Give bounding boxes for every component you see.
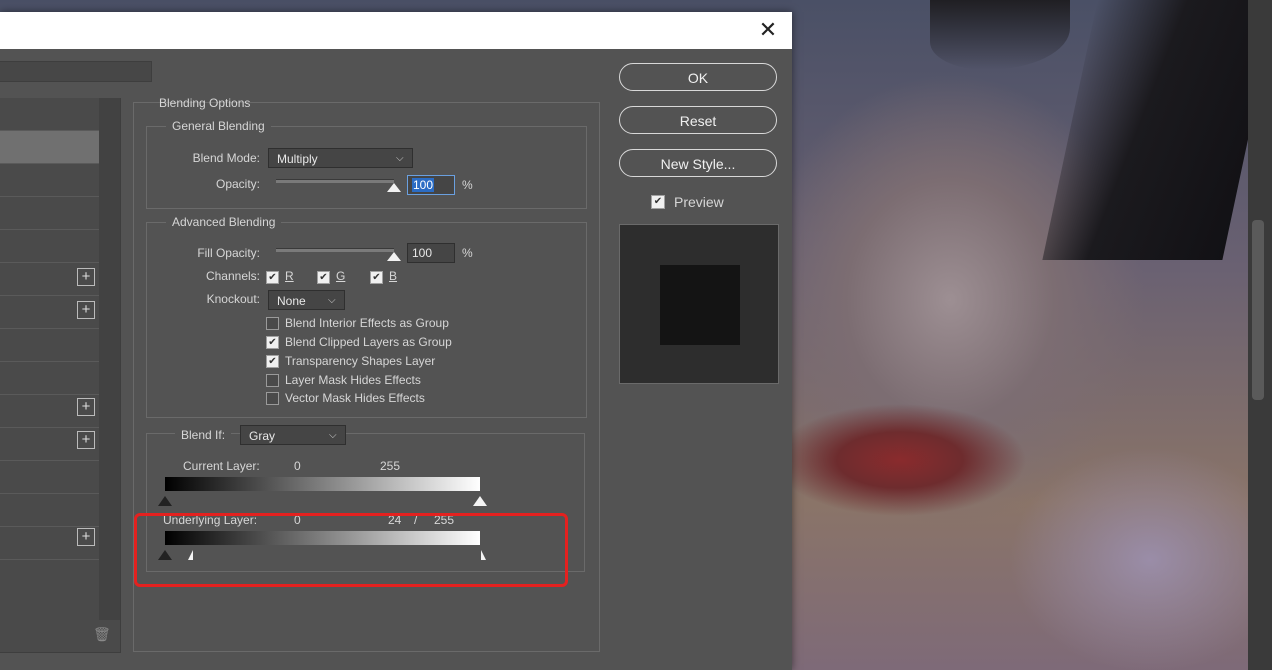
list-item[interactable] (0, 461, 99, 494)
add-effect-icon[interactable]: + (77, 398, 95, 416)
list-item[interactable] (0, 329, 99, 362)
blending-options-title: Blending Options (159, 96, 251, 110)
list-item[interactable] (0, 164, 99, 197)
blend-clipped-layers-checkbox[interactable]: ✔ (266, 336, 279, 349)
channel-r-checkbox[interactable]: ✔ (266, 271, 279, 284)
opacity-input[interactable]: 100 (407, 175, 455, 195)
list-item[interactable] (0, 362, 99, 395)
fill-opacity-label: Fill Opacity: (197, 246, 260, 260)
opacity-label: Opacity: (215, 177, 260, 191)
styles-header-field (0, 61, 152, 82)
add-effect-icon[interactable]: + (77, 268, 95, 286)
reset-button[interactable]: Reset (619, 106, 777, 134)
blend-mode-select[interactable]: Multiply ⌵ (268, 148, 413, 168)
blend-if-select[interactable]: Gray ⌵ (240, 425, 346, 445)
blend-interior-effects-checkbox[interactable] (266, 317, 279, 330)
current-layer-high-value: 255 (380, 459, 401, 473)
current-layer-label: Current Layer: (183, 459, 260, 473)
opacity-slider-thumb[interactable] (387, 183, 401, 192)
channel-g-label: G (336, 269, 346, 283)
blend-mode-value: Multiply (277, 152, 318, 166)
vector-mask-hides-label: Vector Mask Hides Effects (285, 391, 425, 405)
add-effect-icon[interactable]: + (77, 528, 95, 546)
channel-b-checkbox[interactable]: ✔ (370, 271, 383, 284)
ok-button[interactable]: OK (619, 63, 777, 91)
add-effect-icon[interactable]: + (77, 301, 95, 319)
blend-mode-label: Blend Mode: (192, 151, 260, 165)
current-layer-gradient (165, 477, 480, 491)
preview-swatch (660, 265, 740, 345)
list-item[interactable] (0, 98, 99, 131)
canvas-scroll-thumb[interactable] (1252, 220, 1264, 400)
channel-g-checkbox[interactable]: ✔ (317, 271, 330, 284)
add-effect-icon[interactable]: + (77, 431, 95, 449)
list-item-selected[interactable] (0, 131, 99, 164)
list-item[interactable] (0, 494, 99, 527)
transparency-shapes-label: Transparency Shapes Layer (285, 354, 436, 368)
knockout-label: Knockout: (206, 292, 260, 306)
close-icon[interactable]: ✕ (758, 19, 778, 41)
list-item[interactable] (0, 197, 99, 230)
trash-icon[interactable]: 🗑 (93, 626, 111, 642)
blend-if-label: Blend If: (175, 428, 232, 442)
styles-list-scrollbar[interactable] (99, 98, 120, 620)
new-style-button[interactable]: New Style... (619, 149, 777, 177)
channel-b-label: B (389, 269, 398, 283)
knockout-value: None (277, 294, 306, 308)
blend-clipped-layers-label: Blend Clipped Layers as Group (285, 335, 452, 349)
layer-mask-hides-checkbox[interactable] (266, 374, 279, 387)
knockout-select[interactable]: None ⌵ (268, 290, 345, 310)
fill-opacity-unit: % (462, 246, 473, 260)
list-item[interactable] (0, 230, 99, 263)
fill-opacity-slider-thumb[interactable] (387, 252, 401, 261)
opacity-unit: % (462, 178, 473, 192)
channel-r-label: R (285, 269, 294, 283)
dialog-titlebar: ✕ (0, 12, 792, 49)
preview-label: Preview (674, 194, 724, 210)
chevron-down-icon: ⌵ (396, 153, 404, 164)
preview-checkbox[interactable]: ✔ (651, 195, 665, 209)
channels-label: Channels: (205, 269, 260, 283)
fill-opacity-slider[interactable] (276, 248, 394, 252)
opacity-value: 100 (412, 178, 435, 192)
chevron-down-icon: ⌵ (328, 295, 336, 306)
general-blending-title: General Blending (166, 119, 271, 133)
chevron-down-icon: ⌵ (329, 430, 337, 441)
current-layer-black-slider[interactable] (158, 496, 172, 506)
transparency-shapes-checkbox[interactable]: ✔ (266, 355, 279, 368)
current-layer-white-slider[interactable] (473, 496, 487, 506)
vector-mask-hides-checkbox[interactable] (266, 392, 279, 405)
blend-interior-effects-label: Blend Interior Effects as Group (285, 316, 449, 330)
current-layer-low-value: 0 (294, 459, 301, 473)
fill-opacity-input[interactable]: 100 (407, 243, 455, 263)
opacity-slider[interactable] (276, 179, 394, 183)
layer-mask-hides-label: Layer Mask Hides Effects (285, 373, 421, 387)
style-preview-thumbnail (619, 224, 779, 384)
annotation-highlight-box (134, 513, 568, 587)
blend-if-value: Gray (249, 429, 276, 443)
advanced-blending-title: Advanced Blending (166, 215, 282, 229)
